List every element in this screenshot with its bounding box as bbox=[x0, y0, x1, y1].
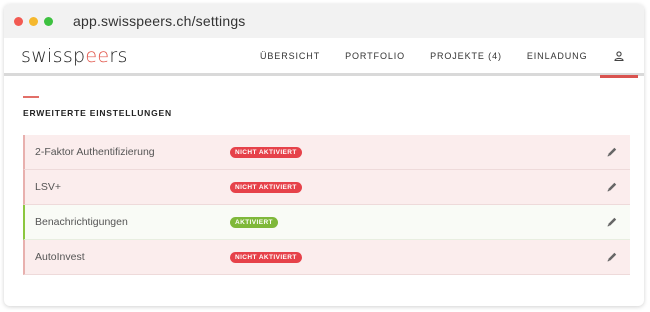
setting-label: 2-Faktor Authentifizierung bbox=[35, 146, 155, 158]
logo-text-end: rs bbox=[109, 44, 128, 67]
status-badge: AKTIVIERT bbox=[230, 216, 278, 228]
browser-titlebar: app.swisspeers.ch/settings bbox=[4, 4, 644, 38]
status-badge: NICHT AKTIVIERT bbox=[230, 251, 302, 263]
nav-user-button[interactable] bbox=[600, 37, 638, 78]
browser-window: app.swisspeers.ch/settings swisspeers ÜB… bbox=[4, 4, 644, 306]
pencil-icon[interactable] bbox=[606, 181, 618, 193]
close-window-icon[interactable] bbox=[14, 16, 23, 26]
nav-item-einladung[interactable]: EINLADUNG bbox=[527, 51, 588, 61]
address-bar[interactable]: app.swisspeers.ch/settings bbox=[73, 13, 246, 29]
pencil-icon[interactable] bbox=[606, 216, 618, 228]
user-icon bbox=[614, 50, 624, 61]
top-navigation: swisspeers ÜBERSICHT PORTFOLIO PROJEKTE … bbox=[4, 37, 645, 78]
settings-content: ERWEITERTE EINSTELLUNGEN 2-Faktor Authen… bbox=[4, 76, 644, 275]
settings-list: 2-Faktor Authentifizierung NICHT AKTIVIE… bbox=[23, 135, 630, 275]
setting-label: Benachrichtigungen bbox=[35, 216, 128, 228]
pencil-icon[interactable] bbox=[606, 251, 618, 263]
nav-item-projekte[interactable]: PROJEKTE (4) bbox=[430, 51, 502, 61]
swisspeers-logo[interactable]: swisspeers bbox=[21, 45, 128, 67]
maximize-window-icon[interactable] bbox=[44, 16, 53, 26]
section-accent-line bbox=[23, 96, 39, 98]
setting-label: AutoInvest bbox=[35, 251, 85, 263]
setting-row-lsv[interactable]: LSV+ NICHT AKTIVIERT bbox=[23, 170, 630, 205]
setting-row-autoinvest[interactable]: AutoInvest NICHT AKTIVIERT bbox=[23, 240, 630, 275]
status-badge: NICHT AKTIVIERT bbox=[230, 181, 302, 193]
status-badge: NICHT AKTIVIERT bbox=[230, 146, 302, 158]
logo-text-start: swissp bbox=[21, 44, 86, 67]
nav-menu: ÜBERSICHT PORTFOLIO PROJEKTE (4) EINLADU… bbox=[248, 37, 645, 78]
setting-label: LSV+ bbox=[35, 181, 61, 193]
nav-item-uebersicht[interactable]: ÜBERSICHT bbox=[260, 51, 320, 61]
setting-row-2fa[interactable]: 2-Faktor Authentifizierung NICHT AKTIVIE… bbox=[23, 135, 630, 170]
setting-row-benachrichtigungen[interactable]: Benachrichtigungen AKTIVIERT bbox=[23, 205, 630, 240]
section-title: ERWEITERTE EINSTELLUNGEN bbox=[23, 108, 172, 118]
pencil-icon[interactable] bbox=[606, 146, 618, 158]
nav-item-portfolio[interactable]: PORTFOLIO bbox=[345, 51, 405, 61]
minimize-window-icon[interactable] bbox=[29, 16, 38, 26]
logo-text-accent: ee bbox=[85, 44, 110, 67]
